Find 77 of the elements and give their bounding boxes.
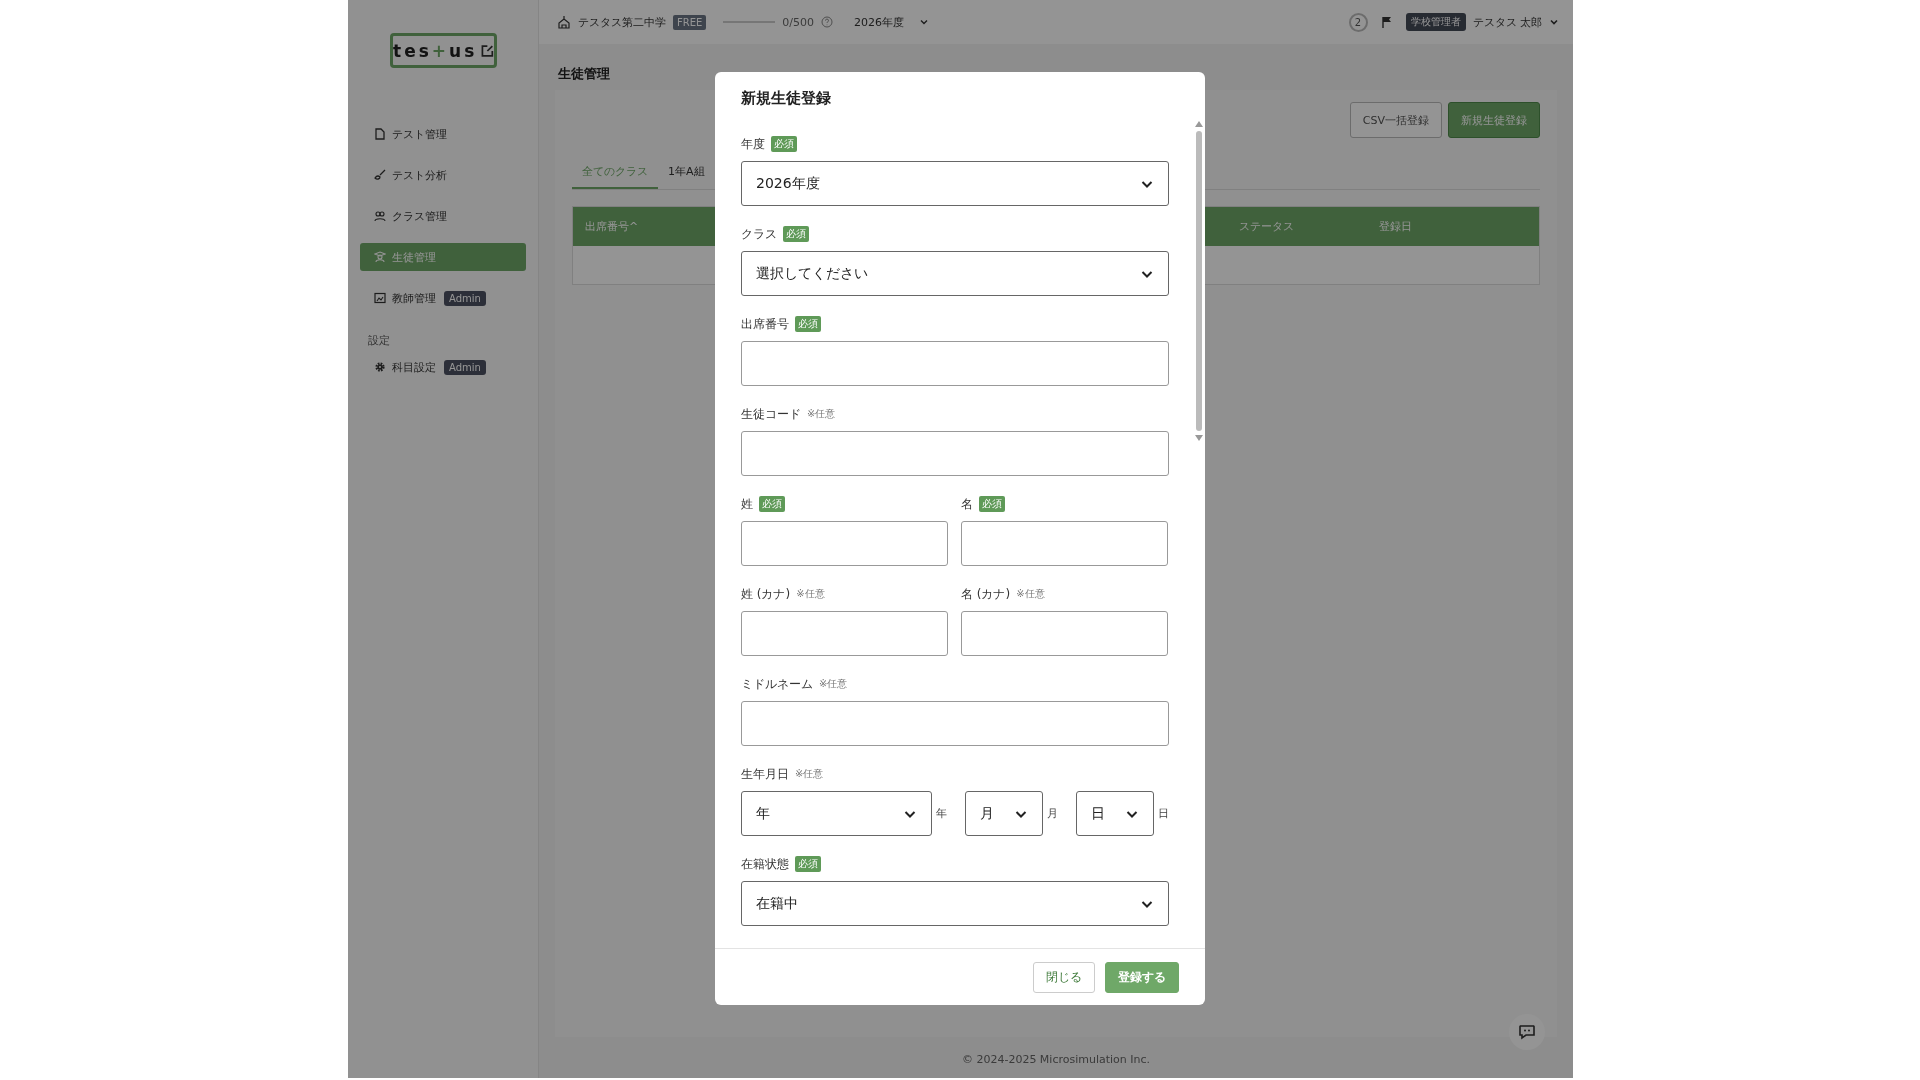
input-field[interactable]: [741, 431, 1169, 476]
field-label: ミドルネーム: [741, 675, 813, 693]
sidebar-item[interactable]: テスト管理: [360, 120, 526, 148]
field-label: 在籍状態: [741, 855, 789, 873]
field-tag: 必須: [771, 136, 797, 152]
scrollbar-thumb[interactable]: [1196, 131, 1202, 431]
field-tag: ※任意: [796, 587, 825, 601]
chevron-icon[interactable]: [1549, 17, 1559, 27]
sidebar-item[interactable]: 科目設定 Admin: [360, 353, 526, 381]
logo[interactable]: tes+us: [390, 33, 497, 68]
field-label: 生徒コード: [741, 405, 801, 423]
board-icon: [374, 292, 386, 304]
unit-label: 日: [1158, 806, 1169, 821]
field-tag: 必須: [795, 856, 821, 872]
dialog-title: 新規生徒登録: [740, 88, 832, 109]
sidebar-item[interactable]: 教師管理 Admin: [360, 284, 526, 312]
field-label: 姓: [741, 495, 753, 513]
document-icon: [374, 128, 386, 140]
input-field[interactable]: [741, 701, 1169, 746]
field-tag: ※任意: [807, 407, 836, 421]
select-field[interactable]: 選択してください: [741, 251, 1169, 296]
sidebar-item[interactable]: クラス管理: [360, 202, 526, 230]
person-icon: [374, 251, 386, 263]
field-label: 生年月日: [741, 765, 789, 783]
settings-icon: [374, 361, 386, 373]
dialog-button[interactable]: 閉じる: [1033, 961, 1095, 993]
select-field[interactable]: 在籍中: [741, 881, 1169, 926]
field-tag: ※任意: [795, 767, 824, 781]
chat-icon[interactable]: [1509, 1014, 1545, 1050]
page-title: 生徒管理: [558, 65, 611, 83]
admin-badge: Admin: [444, 290, 486, 306]
field-label: 出席番号: [741, 315, 789, 333]
input-field[interactable]: [961, 611, 1168, 656]
brush-icon: [374, 169, 386, 181]
flag-icon[interactable]: [1380, 16, 1393, 28]
field-label: 姓 (カナ): [741, 585, 791, 603]
field-tag: ※任意: [1016, 587, 1045, 601]
copyright: © 2024-2025 Microsimulation Inc.: [960, 1052, 1152, 1068]
field-label: 年度: [741, 135, 765, 153]
select-field[interactable]: 日: [1076, 791, 1154, 836]
year-selector[interactable]: 2026年度: [854, 14, 905, 30]
plan-badge: FREE: [673, 14, 707, 30]
field-tag: 必須: [979, 496, 1005, 512]
select-field[interactable]: 月: [965, 791, 1044, 836]
school-icon: [557, 15, 571, 29]
section-label: 設定: [368, 333, 391, 348]
role-badge: 学校管理者: [1405, 13, 1466, 31]
unit-label: 年: [936, 806, 948, 821]
field-tag: 必須: [759, 496, 785, 512]
school-name: テスタス第二中学: [578, 14, 666, 30]
field-tag: ※任意: [819, 677, 848, 691]
scroll-up-icon[interactable]: [1195, 121, 1203, 127]
user-menu[interactable]: テスタス 太郎: [1472, 14, 1542, 30]
field-label: クラス: [741, 225, 777, 243]
logo-text: tes+us: [393, 40, 478, 61]
class-tab[interactable]: 1年A組: [658, 156, 715, 189]
input-field[interactable]: [961, 521, 1168, 566]
chevron-icon[interactable]: [919, 17, 930, 27]
field-label: 名 (カナ): [961, 585, 1011, 603]
input-field[interactable]: [741, 521, 948, 566]
admin-badge: Admin: [444, 359, 486, 375]
select-field[interactable]: 年: [741, 791, 933, 836]
input-field[interactable]: [741, 341, 1169, 386]
field-label: 名: [961, 495, 973, 513]
dialog-button[interactable]: 登録する: [1105, 961, 1179, 993]
help-icon[interactable]: [821, 16, 834, 28]
field-tag: 必須: [795, 316, 821, 332]
sidebar-item[interactable]: テスト分析: [360, 161, 526, 189]
scroll-down-icon[interactable]: [1195, 435, 1203, 441]
action-button[interactable]: CSV一括登録: [1349, 102, 1442, 138]
field-tag: 必須: [783, 226, 809, 242]
people-icon: [374, 210, 386, 222]
unit-label: 月: [1047, 806, 1059, 821]
usage-count: 0/500: [782, 15, 815, 29]
notification-count[interactable]: 2: [1348, 12, 1368, 32]
input-field[interactable]: [741, 611, 948, 656]
select-field[interactable]: 2026年度: [741, 161, 1169, 206]
